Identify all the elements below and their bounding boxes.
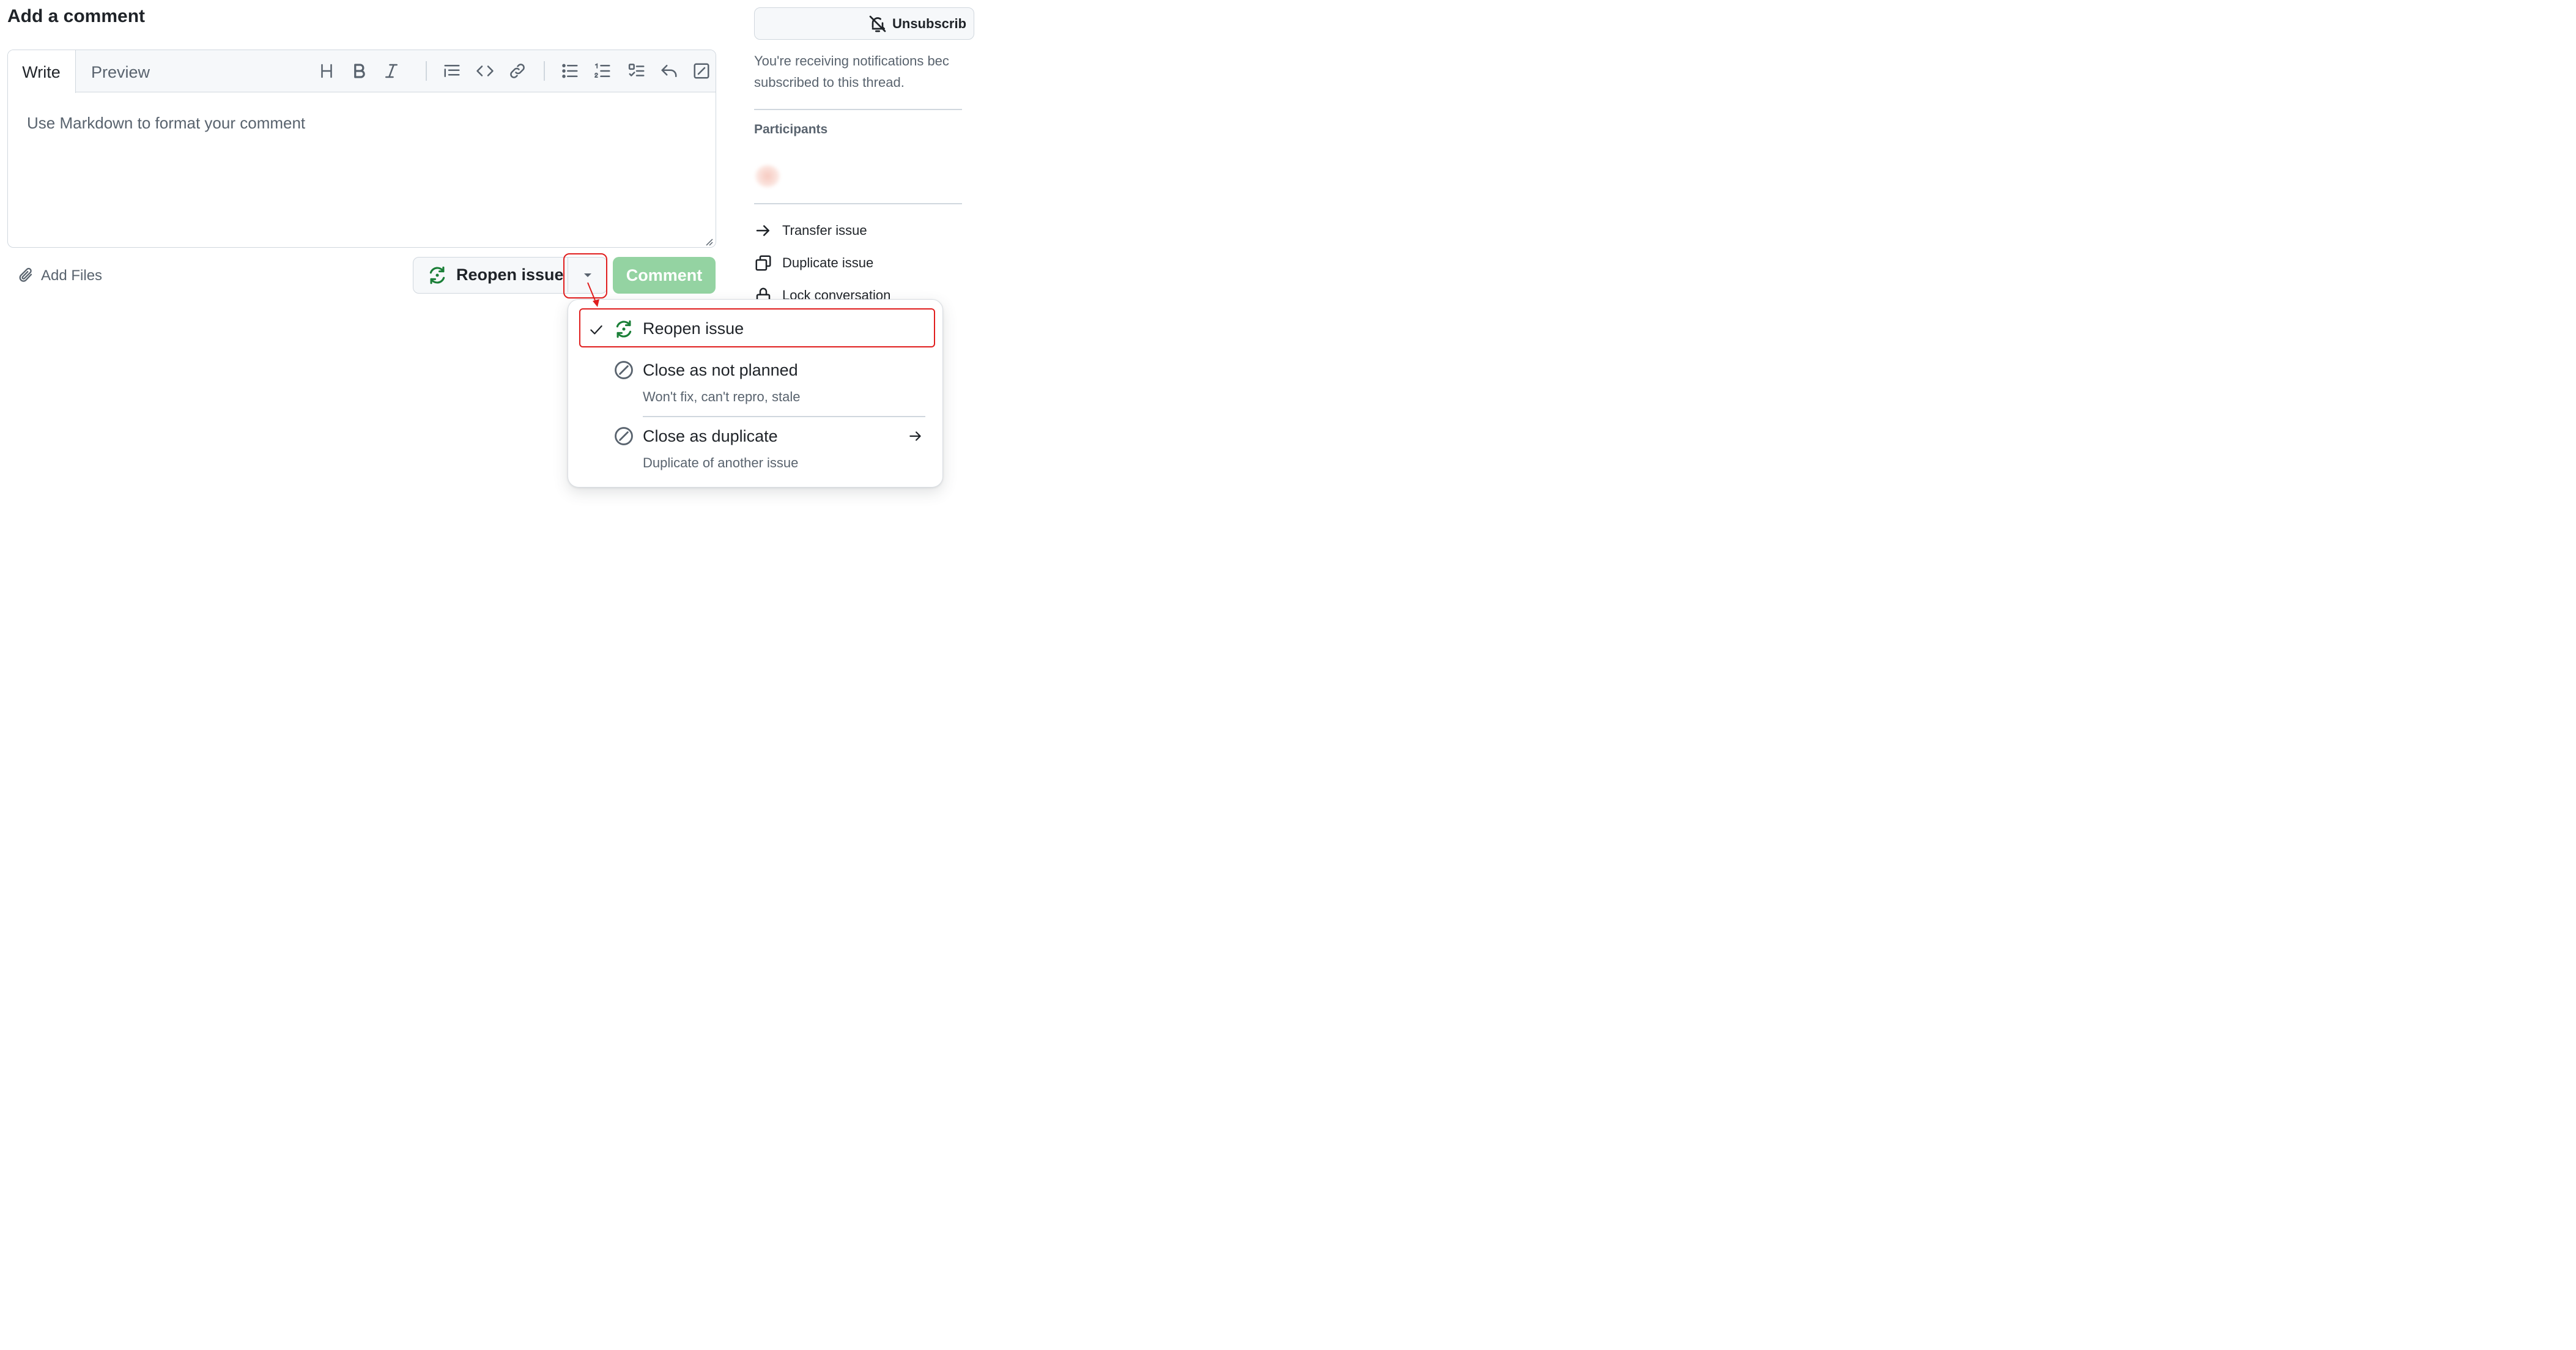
- toolbar-divider: [544, 61, 545, 81]
- unsubscribe-label: Unsubscrib: [892, 15, 967, 31]
- arrow-right-icon: [756, 225, 769, 236]
- comment-button[interactable]: Comment: [613, 257, 716, 294]
- duplicate-issue-link[interactable]: Duplicate issue: [754, 254, 873, 272]
- add-files-button[interactable]: Add Files: [18, 266, 102, 286]
- duplicate-issue-label: Duplicate issue: [782, 255, 874, 270]
- highlight-box-reopen-item: [579, 308, 935, 347]
- italic-icon[interactable]: [380, 60, 402, 82]
- menu-item-description: Duplicate of another issue: [643, 455, 799, 470]
- task-list-icon[interactable]: [626, 60, 648, 82]
- transfer-issue-label: Transfer issue: [782, 223, 867, 238]
- comment-editor: Write Preview: [7, 50, 716, 248]
- tab-write[interactable]: Write: [8, 50, 76, 93]
- avatar[interactable]: [755, 165, 780, 187]
- reply-icon[interactable]: [658, 60, 680, 82]
- editor-tabbar: Write Preview: [8, 50, 716, 93]
- menu-item-title: Close as not planned: [643, 361, 798, 379]
- menu-item-description: Won't fix, can't repro, stale: [643, 389, 801, 404]
- bell-slash-icon: [869, 15, 886, 32]
- reopen-issue-button[interactable]: Reopen issue: [413, 258, 566, 292]
- unsubscribe-button[interactable]: Unsubscrib: [754, 7, 974, 40]
- notification-line-2: subscribed to this thread.: [754, 75, 905, 90]
- toolbar-divider: [426, 61, 427, 81]
- heading-icon[interactable]: [316, 60, 338, 82]
- duplicate-icon: [755, 255, 771, 271]
- reopen-issue-label: Reopen issue: [456, 265, 564, 284]
- sidebar-divider: [754, 109, 962, 110]
- menu-divider: [643, 416, 925, 417]
- notification-line-1: You're receiving notifications bec: [754, 53, 949, 69]
- menu-item-close-duplicate[interactable]: Close as duplicate Duplicate of another …: [568, 420, 944, 478]
- transfer-issue-link[interactable]: Transfer issue: [754, 221, 867, 240]
- notification-reason-text: You're receiving notifications bec subsc…: [754, 50, 974, 93]
- ordered-list-icon[interactable]: [591, 60, 613, 82]
- participants-heading: Participants: [754, 122, 828, 136]
- quote-icon[interactable]: [441, 60, 463, 82]
- resize-grip-icon[interactable]: [705, 237, 713, 246]
- menu-item-close-not-planned[interactable]: Close as not planned Won't fix, can't re…: [568, 354, 944, 412]
- section-heading: Add a comment: [7, 6, 146, 26]
- skip-icon: [615, 427, 633, 445]
- menu-item-title: Close as duplicate: [643, 427, 778, 445]
- issue-reopened-icon: [429, 266, 445, 284]
- add-files-label: Add Files: [41, 267, 103, 284]
- arrow-right-icon: [909, 431, 921, 441]
- code-icon[interactable]: [474, 60, 496, 82]
- unordered-list-icon[interactable]: [559, 60, 581, 82]
- slash-command-icon[interactable]: [690, 60, 712, 82]
- sidebar-divider: [754, 203, 962, 204]
- paperclip-icon: [19, 267, 32, 282]
- skip-icon: [615, 361, 633, 379]
- link-icon[interactable]: [506, 60, 528, 82]
- comment-textarea[interactable]: [8, 93, 716, 247]
- bold-icon[interactable]: [348, 60, 370, 82]
- annotation-arrow-icon: [587, 282, 599, 307]
- tab-preview[interactable]: Preview: [91, 50, 150, 92]
